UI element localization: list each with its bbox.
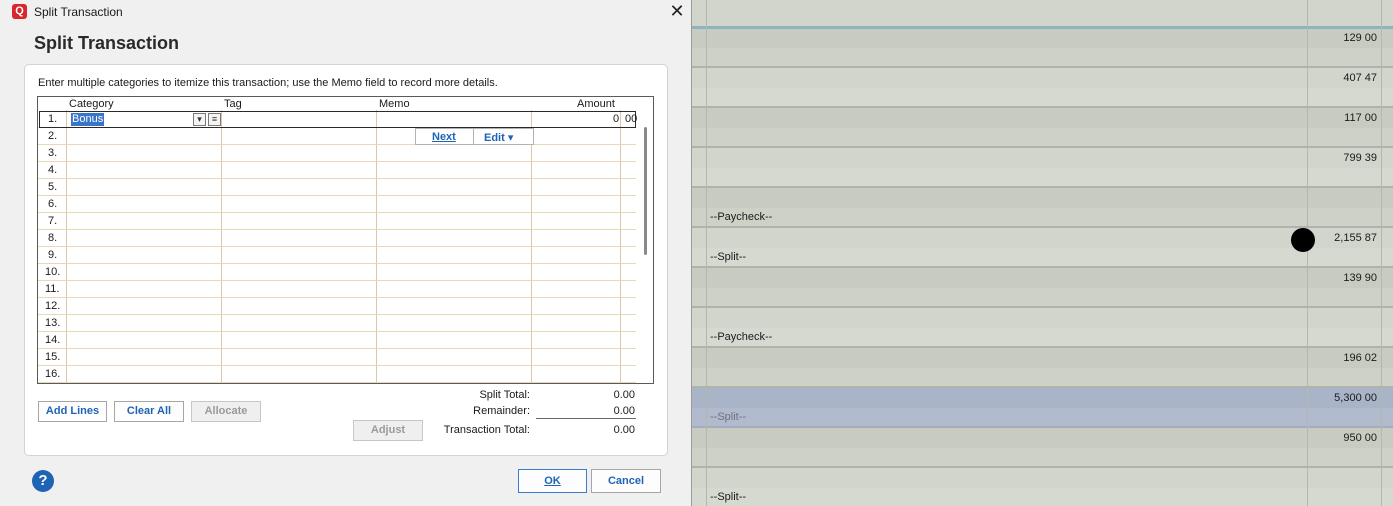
split-total-value: 0.00	[613, 389, 635, 401]
row-number: 13.	[45, 317, 61, 329]
cancel-button[interactable]: Cancel	[591, 469, 661, 493]
register-amount: 117 00	[1344, 112, 1377, 124]
instructions-text: Enter multiple categories to itemize thi…	[38, 77, 498, 89]
register-highlight-line	[690, 26, 1393, 29]
row-number: 10.	[45, 266, 61, 278]
allocate-button[interactable]: Allocate	[191, 401, 261, 422]
transaction-total-value: 0.00	[613, 424, 635, 436]
category-input[interactable]: Bonus	[71, 113, 105, 126]
split-row[interactable]: 3.	[38, 145, 636, 162]
column-divider	[1307, 0, 1308, 506]
row-number: 7.	[48, 215, 58, 227]
split-row[interactable]: 4.	[38, 162, 636, 179]
scrollbar-thumb[interactable]	[644, 127, 647, 255]
row-action-buttons: Next Edit ▾	[415, 128, 534, 145]
register-amount: 196 02	[1343, 352, 1377, 364]
row-number: 9.	[48, 249, 58, 261]
amount-cents[interactable]: 00	[625, 113, 637, 125]
help-icon[interactable]: ?	[32, 470, 54, 492]
register-amount: 2,155 87	[1334, 232, 1377, 244]
register-amount: 5,300 00	[1334, 392, 1377, 404]
add-lines-button[interactable]: Add Lines	[38, 401, 107, 422]
row-number: 5.	[48, 181, 58, 193]
cursor-dot	[1291, 228, 1315, 252]
row-number: 4.	[48, 164, 58, 176]
clear-all-button[interactable]: Clear All	[114, 401, 184, 422]
split-row[interactable]: 2.	[38, 128, 636, 145]
adjust-button[interactable]: Adjust	[353, 420, 423, 441]
ok-button[interactable]: OK	[518, 469, 587, 493]
register-payee: --Paycheck--	[710, 331, 773, 343]
split-row[interactable]: 7.	[38, 213, 636, 230]
row-number: 8.	[48, 232, 58, 244]
category-list-icon[interactable]: ≡	[208, 113, 221, 126]
split-row[interactable]: 9.	[38, 247, 636, 264]
register-amount: 139 90	[1343, 272, 1377, 284]
column-header-category[interactable]: Category	[69, 98, 114, 110]
edit-menu-button[interactable]: Edit ▾	[484, 131, 513, 144]
row-number: 16.	[45, 368, 61, 380]
register-amount: 799 39	[1343, 152, 1377, 164]
window-title: Split Transaction	[34, 5, 123, 19]
dialog-heading: Split Transaction	[34, 33, 180, 53]
split-transaction-dialog: Q Split Transaction ✕ Split Transaction …	[0, 0, 692, 506]
split-row[interactable]: 8.	[38, 230, 636, 247]
split-total-label: Split Total:	[479, 389, 530, 401]
row-number: 12.	[45, 300, 61, 312]
row-number: 3.	[48, 147, 58, 159]
split-row[interactable]: 14.	[38, 332, 636, 349]
column-divider	[706, 0, 707, 506]
amount-dollars[interactable]: 0	[613, 113, 619, 125]
split-row[interactable]: 15.	[38, 349, 636, 366]
split-row[interactable]: 10.	[38, 264, 636, 281]
transaction-total-label: Transaction Total:	[443, 424, 530, 436]
totals-divider	[536, 418, 636, 419]
register-payee: --Split--	[710, 491, 747, 503]
column-header-tag[interactable]: Tag	[224, 98, 242, 110]
row-number: 14.	[45, 334, 61, 346]
row-number: 15.	[45, 351, 61, 363]
title-bar[interactable]: Q Split Transaction ✕	[0, 0, 692, 24]
row-number: 2.	[48, 130, 58, 142]
split-row[interactable]: 13.	[38, 315, 636, 332]
split-row[interactable]: 12.	[38, 298, 636, 315]
button-divider	[473, 129, 474, 144]
remainder-value: 0.00	[613, 405, 635, 417]
split-grid: Category Tag Memo Amount 1. 2. 3. 4. 5. …	[37, 96, 654, 384]
column-header-memo[interactable]: Memo	[379, 98, 410, 110]
app-logo-icon: Q	[12, 4, 27, 19]
active-split-row[interactable]: Bonus ▾ ≡ 0 00	[39, 111, 637, 128]
register-payee: --Split--	[710, 411, 747, 423]
register-amount: 950 00	[1343, 432, 1377, 444]
category-dropdown-icon[interactable]: ▾	[193, 113, 206, 126]
row-number: 11.	[45, 283, 60, 295]
close-icon[interactable]: ✕	[664, 0, 690, 22]
register-payee: --Split--	[710, 251, 747, 263]
split-row[interactable]: 5.	[38, 179, 636, 196]
split-row[interactable]: 11.	[38, 281, 636, 298]
register-amount: 407 47	[1343, 72, 1377, 84]
remainder-label: Remainder:	[473, 405, 530, 417]
split-row[interactable]: 16.	[38, 366, 636, 383]
register-amount: 129 00	[1343, 32, 1377, 44]
register-payee: --Paycheck--	[710, 211, 773, 223]
next-button[interactable]: Next	[432, 131, 456, 143]
column-header-amount[interactable]: Amount	[577, 98, 615, 110]
column-divider	[1381, 0, 1382, 506]
row-number: 6.	[48, 198, 58, 210]
split-row[interactable]: 6.	[38, 196, 636, 213]
